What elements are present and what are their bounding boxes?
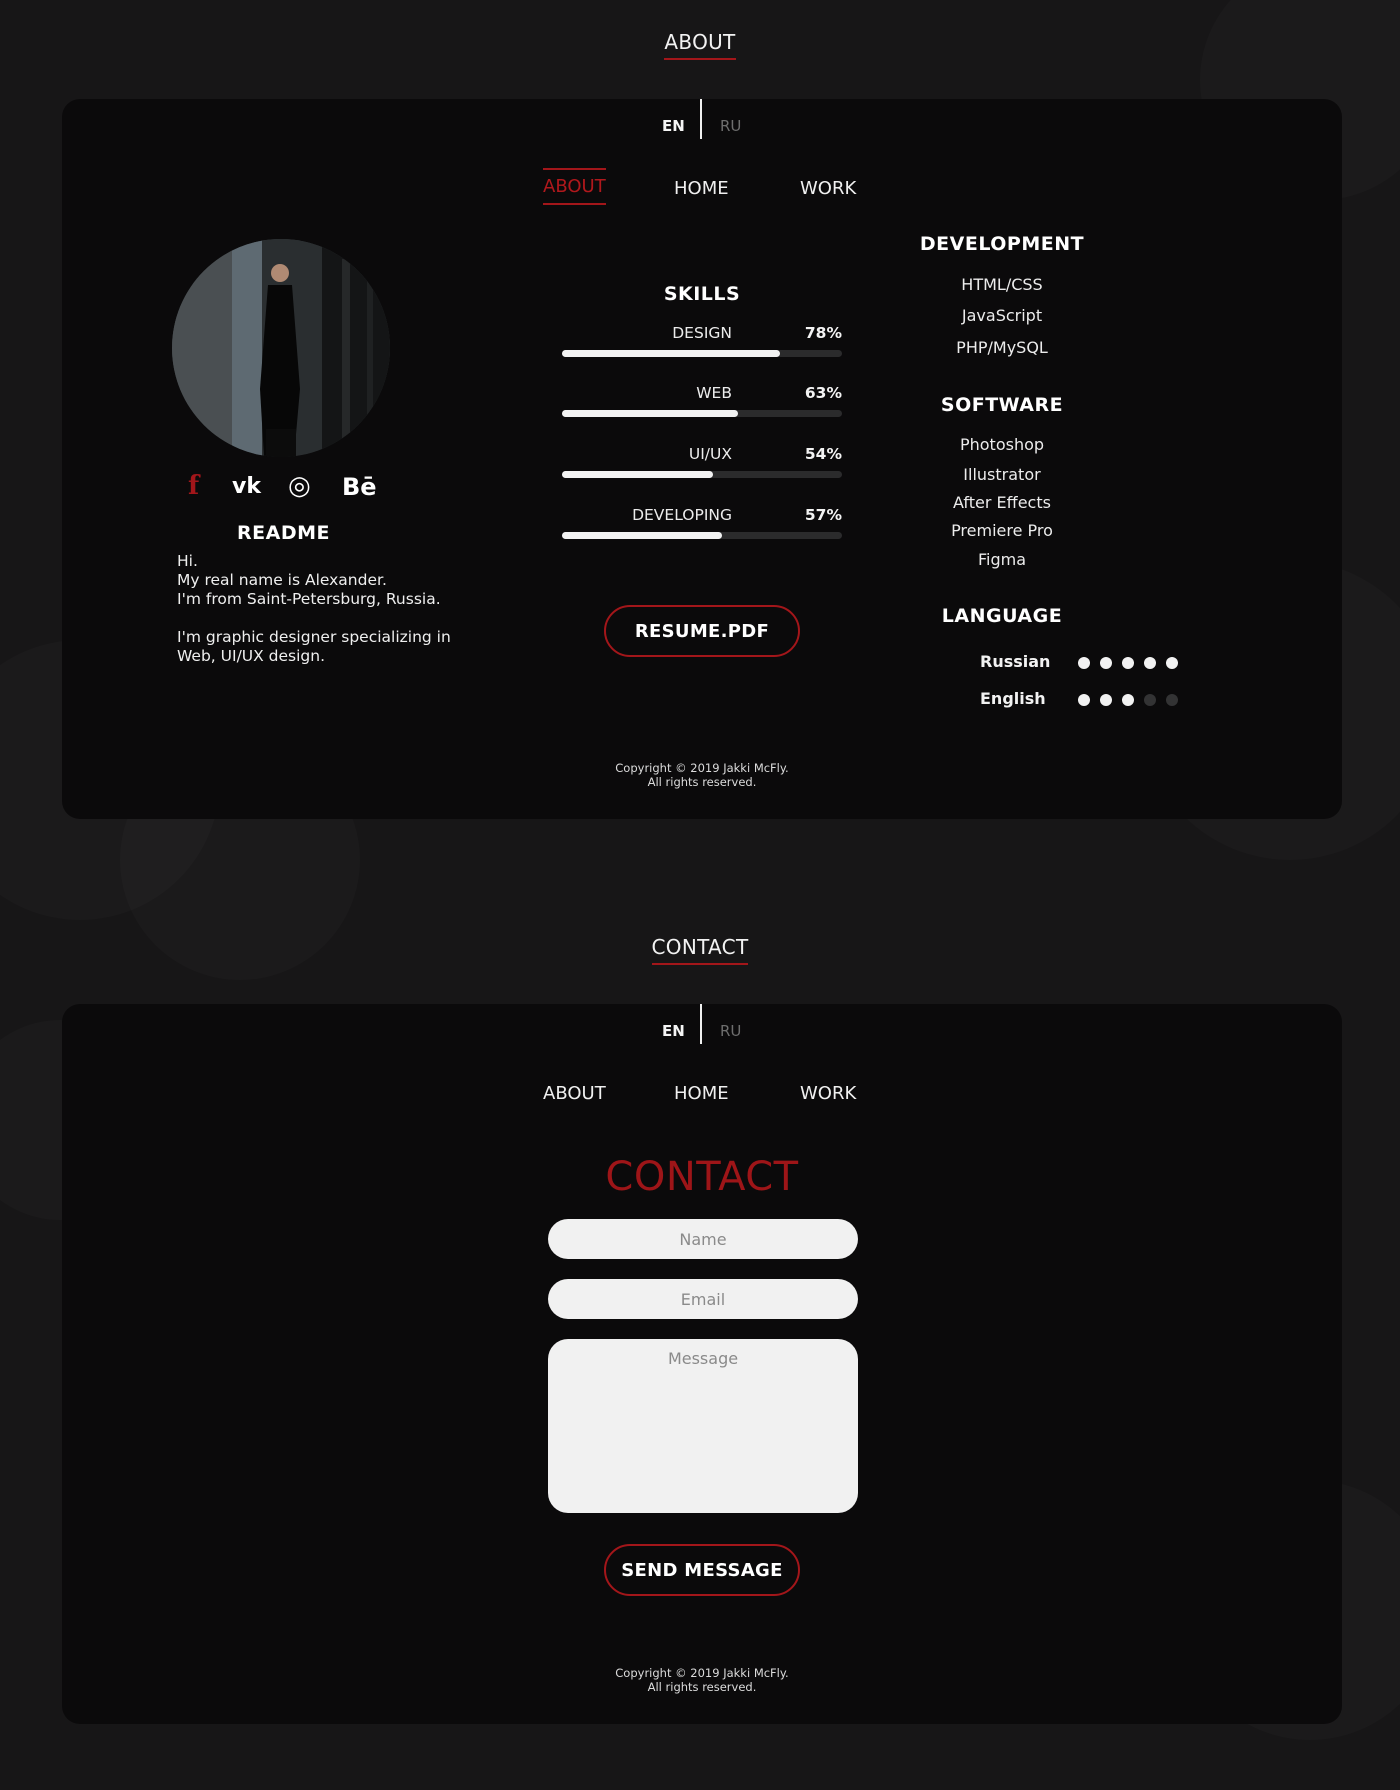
message-textarea[interactable] — [548, 1339, 858, 1513]
language-name: Russian — [980, 652, 1051, 671]
software-item: Photoshop — [959, 435, 1045, 454]
lang-ru-button[interactable]: RU — [720, 1022, 741, 1040]
nav-about[interactable]: ABOUT — [543, 168, 606, 205]
about-panel: EN RU ABOUT HOME WORK f vk ◎ Bē README H… — [62, 99, 1342, 819]
skill-bar — [562, 471, 842, 478]
skill-label: UI/UX — [688, 445, 732, 463]
language-level-dots — [1078, 691, 1188, 710]
main-nav: ABOUT HOME WORK — [62, 168, 1342, 215]
software-item: Figma — [977, 550, 1027, 569]
skill-percent: 57% — [804, 506, 842, 524]
contact-panel: EN RU ABOUT HOME WORK CONTACT SEND MESSA… — [62, 1004, 1342, 1724]
resume-download-button[interactable]: RESUME.PDF — [604, 605, 800, 657]
contact-heading: CONTACT — [605, 1154, 799, 1200]
email-input[interactable] — [548, 1279, 858, 1319]
nav-home[interactable]: HOME — [674, 1083, 729, 1110]
skill-label: DEVELOPING — [632, 506, 732, 524]
development-item: PHP/MySQL — [956, 338, 1048, 357]
skill-web: WEB 63% — [562, 384, 842, 424]
instagram-icon[interactable]: ◎ — [288, 471, 311, 501]
lang-en-button[interactable]: EN — [662, 1022, 685, 1040]
readme-title: README — [237, 522, 330, 544]
main-nav: ABOUT HOME WORK — [62, 1080, 1342, 1120]
lang-en-button[interactable]: EN — [662, 117, 685, 135]
skill-bar — [562, 532, 842, 539]
development-item: HTML/CSS — [961, 275, 1043, 294]
language-name: English — [980, 689, 1046, 708]
skills-title: SKILLS — [663, 283, 741, 305]
language-level-dot — [1100, 657, 1112, 669]
language-level-dot — [1078, 657, 1090, 669]
lang-divider — [700, 99, 702, 139]
software-item: After Effects — [953, 493, 1051, 512]
language-title: LANGUAGE — [941, 605, 1063, 627]
skill-developing: DEVELOPING 57% — [562, 506, 842, 546]
skill-label: WEB — [696, 384, 732, 402]
language-row-english: English — [980, 689, 1190, 709]
language-level-dot — [1100, 694, 1112, 706]
language-level-dot — [1166, 694, 1178, 706]
software-item: Illustrator — [963, 465, 1041, 484]
skill-label: DESIGN — [672, 324, 732, 342]
skill-percent: 78% — [804, 324, 842, 342]
skill-bar-fill — [562, 410, 739, 417]
behance-icon[interactable]: Bē — [342, 473, 377, 501]
language-level-dot — [1166, 657, 1178, 669]
nav-work[interactable]: WORK — [800, 178, 856, 205]
skill-bar — [562, 350, 842, 357]
profile-photo-illustration — [172, 239, 390, 457]
language-level-dot — [1122, 657, 1134, 669]
lang-divider — [700, 1004, 702, 1044]
copyright: Copyright © 2019 Jakki McFly. All rights… — [615, 1666, 789, 1694]
nav-work[interactable]: WORK — [800, 1083, 856, 1110]
language-level-dot — [1144, 694, 1156, 706]
nav-home[interactable]: HOME — [674, 178, 729, 205]
skill-bar — [562, 410, 842, 417]
profile-photo — [172, 239, 390, 457]
about-section-title: ABOUT — [0, 30, 1400, 60]
language-switcher: EN RU — [62, 1004, 1342, 1044]
nav-about[interactable]: ABOUT — [543, 1083, 606, 1110]
contact-section-title: CONTACT — [0, 935, 1400, 965]
skill-bar-fill — [562, 532, 722, 539]
copyright: Copyright © 2019 Jakki McFly. All rights… — [615, 761, 789, 789]
skill-uiux: UI/UX 54% — [562, 445, 842, 485]
software-item: Premiere Pro — [951, 521, 1053, 540]
language-switcher: EN RU — [62, 99, 1342, 139]
send-message-button[interactable]: SEND MESSAGE — [604, 1544, 800, 1596]
vk-icon[interactable]: vk — [232, 474, 261, 499]
language-level-dot — [1078, 694, 1090, 706]
skill-bar-fill — [562, 350, 781, 357]
skill-design: DESIGN 78% — [562, 324, 842, 364]
name-input[interactable] — [548, 1219, 858, 1259]
facebook-icon[interactable]: f — [188, 471, 199, 501]
language-level-dot — [1122, 694, 1134, 706]
readme-text: Hi. My real name is Alexander. I'm from … — [177, 552, 451, 665]
language-level-dot — [1144, 657, 1156, 669]
skill-bar-fill — [562, 471, 714, 478]
development-item: JavaScript — [961, 306, 1043, 325]
language-level-dots — [1078, 654, 1188, 673]
skill-percent: 63% — [804, 384, 842, 402]
software-title: SOFTWARE — [940, 394, 1064, 416]
skill-percent: 54% — [804, 445, 842, 463]
lang-ru-button[interactable]: RU — [720, 117, 741, 135]
development-title: DEVELOPMENT — [919, 233, 1085, 255]
language-row-russian: Russian — [980, 652, 1190, 672]
